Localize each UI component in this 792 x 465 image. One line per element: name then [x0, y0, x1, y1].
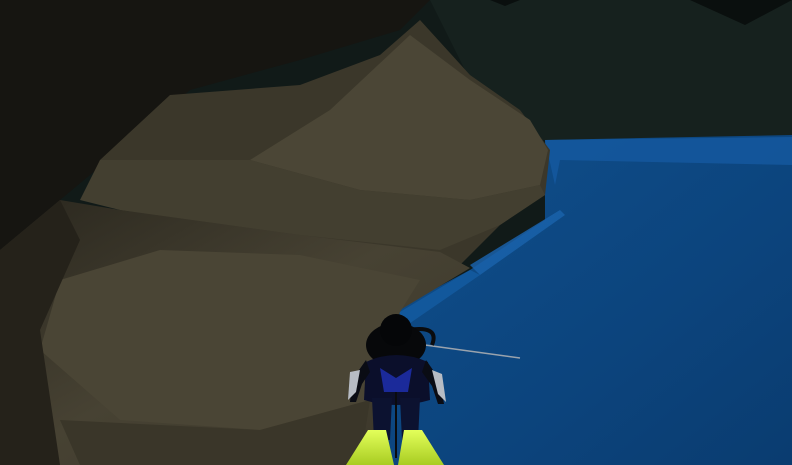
diver-head — [380, 314, 412, 346]
cave-scene[interactable] — [0, 0, 792, 465]
game-viewport[interactable] — [0, 0, 792, 465]
